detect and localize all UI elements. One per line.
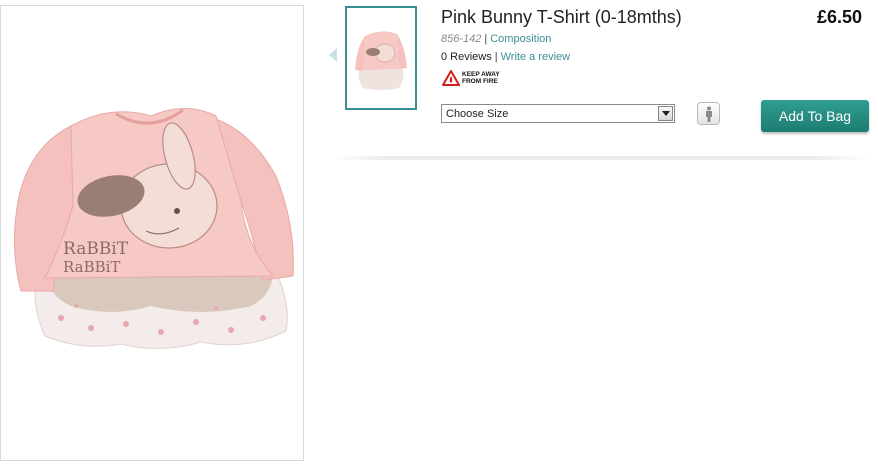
product-title: Pink Bunny T-Shirt (0-18mths) (441, 7, 682, 27)
svg-text:RaBBiT: RaBBiT (63, 258, 120, 276)
size-select[interactable]: Choose Size (441, 104, 675, 123)
product-thumbnail[interactable] (345, 6, 417, 110)
main-product-image[interactable]: RaBBiT RaBBiT (0, 5, 304, 461)
item-code: 856-142 (441, 33, 482, 45)
tshirt-illustration: RaBBiT RaBBiT (14, 108, 294, 349)
write-review-link[interactable]: Write a review (501, 51, 570, 63)
fire-warning-line-2: FROM FIRE (462, 78, 498, 85)
product-price: £6.50 (816, 7, 862, 27)
dropdown-arrow-icon[interactable] (658, 106, 673, 121)
reviews-count: 0 Reviews (441, 51, 492, 63)
add-to-bag-button[interactable]: Add To Bag (761, 100, 869, 132)
size-select-value: Choose Size (446, 107, 509, 120)
product-meta: 856-142 | Composition (441, 33, 551, 45)
person-silhouette-icon (705, 106, 712, 122)
svg-text:RaBBiT: RaBBiT (63, 239, 129, 259)
reviews-separator: | (494, 51, 498, 63)
composition-link[interactable]: Composition (490, 33, 551, 45)
fire-warning-icon (442, 70, 460, 86)
section-divider (333, 156, 869, 160)
thumbnail-image (355, 31, 407, 90)
reviews-row: 0 Reviews | Write a review (441, 51, 570, 63)
chevron-left-icon[interactable] (327, 47, 339, 63)
size-guide-button[interactable] (697, 102, 720, 125)
meta-separator: | (484, 33, 488, 45)
fire-warning-text: KEEP AWAY FROM FIRE (462, 71, 508, 85)
fire-warning-line-1: KEEP AWAY (462, 71, 500, 78)
fire-warning: KEEP AWAY FROM FIRE (442, 70, 508, 86)
